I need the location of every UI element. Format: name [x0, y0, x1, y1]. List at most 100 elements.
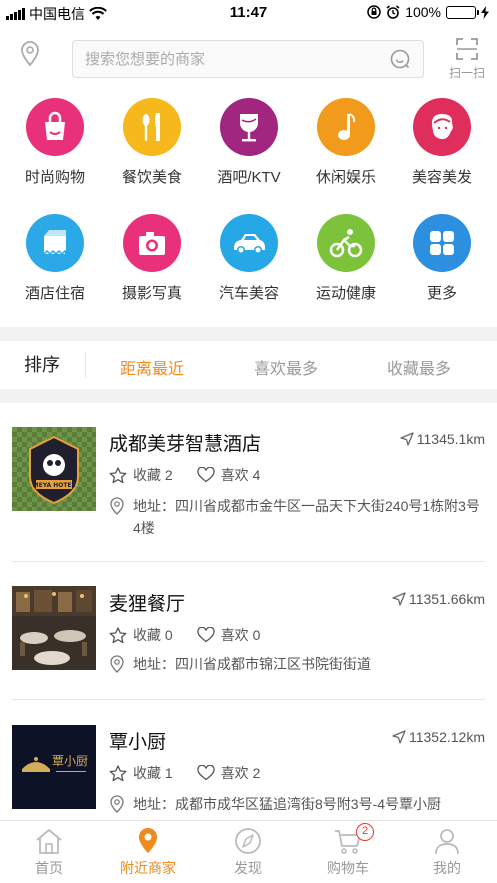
- fork-knife-icon: [123, 98, 181, 156]
- merchant-item[interactable]: 麦狸餐厅 11351.66km 收藏 0 喜欢 0 地址：四川省成都市锦江区书院…: [0, 563, 497, 701]
- category-label: 餐饮美食: [121, 169, 182, 186]
- category-label: 美容美发: [411, 169, 472, 186]
- tab-home[interactable]: 首页: [9, 827, 89, 878]
- favorite-count[interactable]: 收藏 1: [109, 763, 173, 783]
- location-pin-icon: [110, 497, 124, 515]
- distance-value: 11352.12km: [408, 729, 485, 745]
- search-icon[interactable]: [389, 48, 411, 70]
- navigation-arrow-icon: [400, 432, 414, 446]
- search-row: 扫一扫: [0, 30, 497, 90]
- charging-icon: [481, 5, 489, 19]
- navigation-arrow-icon: [392, 730, 406, 744]
- category-label: 汽车美容: [218, 285, 279, 302]
- navigation-arrow-icon: [392, 592, 406, 606]
- category-food[interactable]: 餐饮美食: [112, 98, 192, 187]
- merchant-distance: 11351.66km: [392, 591, 485, 607]
- category-hotel[interactable]: 酒店住宿: [15, 214, 95, 303]
- shopping-bag-icon: [26, 98, 84, 156]
- music-note-icon: [317, 98, 375, 156]
- favorite-label: 收藏 1: [133, 765, 173, 781]
- merchant-address: 地址：成都市成华区猛追湾街8号附3号-4号覃小厨: [109, 793, 487, 815]
- category-label: 时尚购物: [24, 169, 85, 186]
- tab-label: 首页: [35, 860, 63, 876]
- like-count[interactable]: 喜欢 4: [197, 465, 261, 485]
- address-text: 地址：四川省成都市锦江区书院街街道: [133, 656, 371, 672]
- battery-percent: 100%: [405, 4, 441, 20]
- star-icon: [109, 764, 127, 781]
- merchant-logo-text: MEYA HOTEL: [33, 482, 76, 489]
- distance-value: 11351.66km: [408, 591, 485, 607]
- sort-tab-nearest[interactable]: 距离最近: [120, 355, 184, 379]
- wine-glass-icon: [220, 98, 278, 156]
- search-box[interactable]: [72, 40, 424, 78]
- favorite-count[interactable]: 收藏 2: [109, 465, 173, 485]
- merchant-thumbnail: 覃小厨: [12, 725, 96, 809]
- address-text: 地址：成都市成华区猛追湾街8号附3号-4号覃小厨: [133, 796, 442, 812]
- category-photography[interactable]: 摄影写真: [112, 214, 192, 303]
- sort-bar: 排序 距离最近 喜欢最多 收藏最多: [0, 341, 497, 389]
- tab-label: 发现: [234, 860, 262, 876]
- category-beauty[interactable]: 美容美发: [402, 98, 482, 187]
- cycling-icon: [317, 214, 375, 272]
- camera-icon: [123, 214, 181, 272]
- tab-nearby[interactable]: 附近商家: [108, 827, 188, 878]
- category-sports[interactable]: 运动健康: [306, 214, 386, 303]
- star-icon: [109, 466, 127, 483]
- beauty-face-icon: [413, 98, 471, 156]
- merchant-thumbnail: [12, 586, 96, 670]
- tab-mine[interactable]: 我的: [407, 827, 487, 878]
- category-label: 酒店住宿: [24, 285, 85, 302]
- location-pin-icon[interactable]: [18, 40, 42, 68]
- search-input[interactable]: [73, 41, 389, 77]
- merchant-address: 地址：四川省成都市金牛区一品天下大街240号1栋附3号4楼: [109, 495, 487, 539]
- merchant-address: 地址：四川省成都市锦江区书院街街道: [109, 653, 487, 675]
- like-count[interactable]: 喜欢 0: [197, 625, 261, 645]
- tab-cart[interactable]: 2 购物车: [308, 823, 388, 878]
- category-leisure[interactable]: 休闲娱乐: [306, 98, 386, 187]
- bottom-tab-bar: 首页 附近商家 发现 2 购物车 我的: [0, 820, 497, 883]
- car-icon: [220, 214, 278, 272]
- like-label: 喜欢 4: [220, 467, 261, 483]
- row-divider: [12, 699, 485, 700]
- merchant-item[interactable]: MEYA HOTEL 成都美芽智慧酒店 11345.1km 收藏 2 喜欢 4 …: [0, 403, 497, 563]
- tab-discover[interactable]: 发现: [208, 827, 288, 878]
- category-bar-ktv[interactable]: 酒吧/KTV: [209, 98, 289, 187]
- favorite-count[interactable]: 收藏 0: [109, 625, 173, 645]
- merchant-distance: 11345.1km: [400, 431, 485, 447]
- category-fashion-shopping[interactable]: 时尚购物: [15, 98, 95, 187]
- location-pin-icon: [110, 795, 124, 813]
- merchant-item[interactable]: 覃小厨 覃小厨 11352.12km 收藏 1 喜欢 2 地址：成都市成华区猛追…: [0, 701, 497, 820]
- location-marker-icon: [139, 828, 157, 853]
- scan-button[interactable]: 扫一扫: [444, 38, 490, 86]
- sort-tab-most-favorited[interactable]: 收藏最多: [387, 355, 451, 379]
- merchant-stats: 收藏 0 喜欢 0: [109, 625, 284, 645]
- tab-label: 我的: [433, 860, 461, 876]
- location-pin-icon: [110, 655, 124, 673]
- heart-icon: [197, 765, 215, 781]
- like-label: 喜欢 2: [220, 765, 261, 781]
- section-divider: [0, 327, 497, 341]
- cart-badge: 2: [356, 823, 374, 841]
- alarm-icon: [386, 5, 400, 19]
- category-more[interactable]: 更多: [402, 214, 482, 303]
- hotel-bed-icon: [26, 214, 84, 272]
- heart-icon: [197, 627, 215, 643]
- category-label: 更多: [426, 285, 457, 302]
- category-label: 休闲娱乐: [315, 169, 376, 186]
- tab-label: 购物车: [327, 860, 369, 876]
- compass-icon: [235, 828, 261, 854]
- home-icon: [36, 829, 62, 854]
- battery-icon: [446, 5, 479, 19]
- sort-tab-most-liked[interactable]: 喜欢最多: [254, 355, 318, 379]
- rotation-lock-icon: [367, 5, 381, 19]
- category-label: 摄影写真: [121, 285, 182, 302]
- merchant-name: 成都美芽智慧酒店: [109, 434, 262, 455]
- grid-more-icon: [413, 214, 471, 272]
- star-icon: [109, 626, 127, 643]
- category-car-care[interactable]: 汽车美容: [209, 214, 289, 303]
- distance-value: 11345.1km: [416, 431, 485, 447]
- like-label: 喜欢 0: [220, 627, 261, 643]
- tab-label: 附近商家: [120, 860, 176, 876]
- row-divider: [12, 561, 485, 562]
- like-count[interactable]: 喜欢 2: [197, 763, 261, 783]
